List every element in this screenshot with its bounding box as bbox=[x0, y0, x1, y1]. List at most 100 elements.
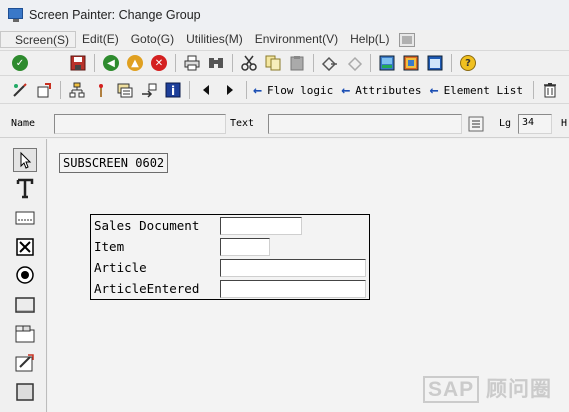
text-input[interactable] bbox=[268, 114, 462, 134]
match-icon bbox=[99, 84, 103, 97]
previous-screen-button[interactable] bbox=[196, 80, 216, 100]
checkbox-tool[interactable] bbox=[13, 235, 37, 259]
watermark-logo: SAP 顾问圈 bbox=[423, 373, 552, 403]
field-row[interactable]: Item bbox=[91, 236, 369, 257]
menu-goto[interactable]: Goto(G) bbox=[125, 31, 180, 48]
flow-logic-button[interactable]: ← Flow logic bbox=[253, 81, 333, 99]
undo-button[interactable] bbox=[320, 53, 340, 73]
copy-button[interactable] bbox=[263, 53, 283, 73]
cut-button[interactable] bbox=[239, 53, 259, 73]
item-input[interactable] bbox=[220, 238, 270, 256]
sales-document-label: Sales Document bbox=[94, 218, 200, 233]
exit-button[interactable]: ▲ bbox=[125, 53, 145, 73]
hierarchy-icon bbox=[69, 82, 85, 98]
menu-edit[interactable]: Edit(E) bbox=[76, 31, 125, 48]
triangle-right-icon bbox=[227, 85, 233, 95]
display-change-icon bbox=[37, 83, 51, 98]
hierarchy-button[interactable] bbox=[67, 80, 87, 100]
next-screen-button[interactable] bbox=[220, 80, 240, 100]
graphic-button[interactable] bbox=[401, 53, 421, 73]
list-icon bbox=[468, 116, 484, 132]
help-icon: ? bbox=[460, 55, 476, 71]
arrow-left-icon: ← bbox=[429, 81, 439, 99]
toolbar-separator bbox=[60, 81, 61, 99]
save-icon bbox=[70, 55, 86, 71]
field-row[interactable]: ArticleEntered bbox=[91, 278, 369, 299]
toolbar-separator bbox=[246, 81, 247, 99]
customize-layout-icon[interactable] bbox=[399, 32, 416, 47]
menu-screen[interactable]: Screen(S) bbox=[0, 31, 77, 48]
name-input[interactable] bbox=[54, 114, 226, 134]
menu-utilities[interactable]: Utilities(M) bbox=[180, 31, 249, 48]
back-button[interactable]: ◀ bbox=[101, 53, 121, 73]
wizard-icon bbox=[15, 354, 34, 372]
dict-program-fields-button[interactable] bbox=[115, 80, 135, 100]
info-button[interactable]: i bbox=[163, 80, 183, 100]
element-list-button[interactable]: ← Element List bbox=[430, 81, 524, 99]
layout-button[interactable] bbox=[377, 53, 397, 73]
redo-icon bbox=[347, 56, 363, 71]
toolbar-separator bbox=[451, 54, 452, 72]
back-icon: ◀ bbox=[103, 55, 119, 71]
pencil-icon bbox=[13, 83, 27, 97]
tabstrip-tool[interactable] bbox=[13, 322, 37, 346]
pointer-tool[interactable] bbox=[13, 148, 37, 172]
article-entered-input[interactable] bbox=[220, 280, 366, 298]
watermark-text: 顾问圈 bbox=[486, 378, 553, 401]
toolbar-separator bbox=[232, 54, 233, 72]
paste-button[interactable] bbox=[287, 53, 307, 73]
toolbar-separator bbox=[313, 54, 314, 72]
pushbutton-icon bbox=[15, 297, 35, 313]
input-field-tool[interactable] bbox=[13, 206, 37, 230]
attributes-button[interactable]: ← Attributes bbox=[341, 81, 421, 99]
radio-button-tool[interactable] bbox=[13, 263, 37, 287]
exit-icon: ▲ bbox=[127, 55, 143, 71]
cursor-icon bbox=[20, 151, 32, 169]
subscreen-title: SUBSCREEN 0602 bbox=[59, 153, 169, 173]
menu-environment[interactable]: Environment(V) bbox=[249, 31, 344, 48]
field-row[interactable]: Article bbox=[91, 257, 369, 278]
find-button[interactable] bbox=[206, 53, 226, 73]
help-button[interactable]: ? bbox=[458, 53, 478, 73]
tabstrip-wizard-tool[interactable] bbox=[13, 351, 37, 375]
enter-button[interactable]: ✓ bbox=[10, 53, 30, 73]
delete-button[interactable] bbox=[540, 80, 560, 100]
triangle-left-icon bbox=[203, 85, 209, 95]
navigation-icon bbox=[142, 83, 157, 98]
toolbar-separator bbox=[189, 81, 190, 99]
redo-button[interactable] bbox=[344, 53, 364, 73]
item-label: Item bbox=[94, 239, 125, 254]
display-change-button[interactable] bbox=[34, 80, 54, 100]
navigation-button[interactable] bbox=[139, 80, 159, 100]
save-button[interactable] bbox=[68, 53, 88, 73]
sales-document-input[interactable] bbox=[220, 217, 302, 235]
article-input[interactable] bbox=[220, 259, 366, 277]
activate-button[interactable] bbox=[91, 80, 111, 100]
arrow-left-icon: ← bbox=[253, 81, 263, 99]
edit-mode-button[interactable] bbox=[10, 80, 30, 100]
menu-help[interactable]: Help(L) bbox=[344, 31, 395, 48]
field-row[interactable]: Sales Document bbox=[91, 215, 369, 236]
box-tool[interactable] bbox=[13, 380, 37, 404]
length-input[interactable]: 34 bbox=[518, 114, 552, 134]
pushbutton-tool[interactable] bbox=[13, 293, 37, 317]
text-field-tool[interactable] bbox=[13, 176, 37, 200]
dictionary-fields-icon bbox=[117, 83, 133, 98]
standard-toolbar: ✓ ◀ ▲ ✕ ? bbox=[0, 50, 569, 76]
scissors-icon bbox=[241, 55, 257, 71]
watermark-sap: SAP bbox=[423, 376, 480, 403]
menu-bar: Screen(S) Edit(E) Goto(G) Utilities(M) E… bbox=[0, 30, 569, 49]
article-entered-label: ArticleEntered bbox=[94, 281, 200, 296]
text-label: Text bbox=[230, 118, 255, 129]
window-button[interactable] bbox=[425, 53, 445, 73]
arrow-left-icon: ← bbox=[341, 81, 351, 99]
window-title: Screen Painter: Change Group bbox=[29, 8, 201, 22]
layout-canvas[interactable]: SUBSCREEN 0602 Sales Document Item Artic… bbox=[48, 139, 569, 412]
h-label: H bbox=[561, 118, 568, 129]
print-button[interactable] bbox=[182, 53, 202, 73]
cancel-button[interactable]: ✕ bbox=[149, 53, 169, 73]
checkbox-icon bbox=[16, 238, 34, 256]
field-group-frame[interactable]: Sales Document Item Article ArticleEnter… bbox=[90, 214, 370, 300]
name-label: Name bbox=[11, 118, 36, 129]
text-list-button[interactable] bbox=[466, 114, 486, 134]
